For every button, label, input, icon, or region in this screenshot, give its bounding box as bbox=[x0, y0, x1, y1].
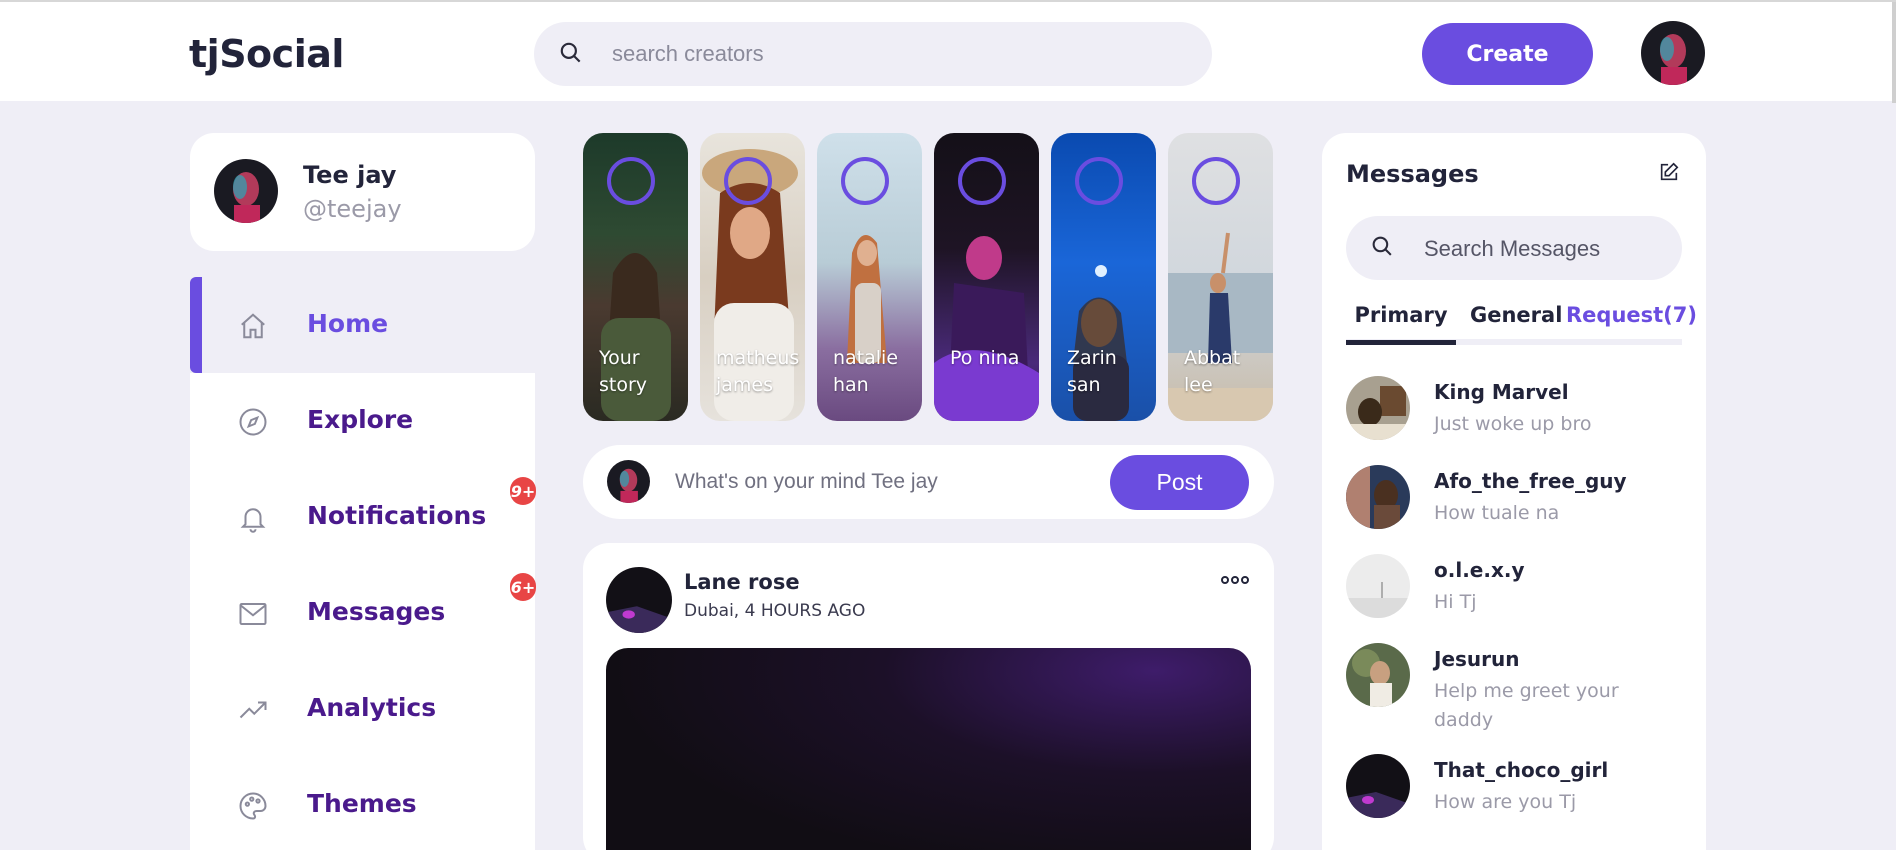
sidebar-item-label: Analytics bbox=[307, 693, 437, 722]
story-avatar-ring bbox=[1075, 157, 1123, 205]
story-name: Po nina bbox=[950, 347, 1020, 369]
tab-request[interactable]: Request(7) bbox=[1566, 303, 1697, 345]
story-name: natalie han bbox=[833, 347, 899, 396]
post-author-avatar[interactable] bbox=[606, 567, 672, 633]
message-preview: How are you Tj bbox=[1434, 791, 1577, 813]
window-scrollbar[interactable] bbox=[1892, 2, 1896, 103]
sidebar-item-themes[interactable]: Themes bbox=[190, 757, 535, 850]
user-avatar[interactable] bbox=[1641, 21, 1705, 85]
envelope-icon bbox=[239, 603, 267, 625]
sidebar-item-messages[interactable]: Messages 6+ bbox=[190, 565, 536, 661]
story-avatar-ring bbox=[958, 157, 1006, 205]
message-item[interactable]: That_choco_girl How are you Tj bbox=[1346, 754, 1682, 824]
message-sender: King Marvel bbox=[1434, 380, 1569, 404]
message-preview: Help me greet your daddy bbox=[1434, 680, 1619, 731]
message-preview: Just woke up bro bbox=[1434, 413, 1592, 435]
message-preview: Hi Tj bbox=[1434, 591, 1477, 613]
message-preview: How tuale na bbox=[1434, 502, 1560, 524]
messages-tabs: Primary General Request(7) bbox=[1346, 303, 1697, 345]
sidebar-item-explore[interactable]: Explore bbox=[190, 373, 535, 469]
story-avatar-ring bbox=[1192, 157, 1240, 205]
story-avatar-ring bbox=[724, 157, 772, 205]
story-card[interactable]: Your story bbox=[583, 133, 688, 421]
composer-avatar bbox=[607, 460, 650, 503]
message-avatar bbox=[1346, 465, 1410, 529]
message-avatar bbox=[1346, 643, 1410, 707]
message-sender: Jesurun bbox=[1434, 647, 1520, 671]
sidebar-item-analytics[interactable]: Analytics bbox=[190, 661, 535, 757]
story-avatar-ring bbox=[841, 157, 889, 205]
palette-icon bbox=[239, 792, 267, 820]
sidebar-item-label: Notifications bbox=[307, 501, 487, 530]
story-name: Zarin san bbox=[1067, 347, 1117, 396]
creator-search-input[interactable] bbox=[612, 36, 1172, 72]
tab-primary[interactable]: Primary bbox=[1346, 303, 1456, 345]
story-card[interactable]: Zarin san bbox=[1051, 133, 1156, 421]
composer-input[interactable] bbox=[675, 465, 1095, 499]
sidebar-item-label: Explore bbox=[307, 405, 414, 434]
post-author-name[interactable]: Lane rose bbox=[684, 570, 800, 594]
story-card[interactable]: matheus james bbox=[700, 133, 805, 421]
message-sender: Afo_the_free_guy bbox=[1434, 469, 1627, 493]
sidebar-item-home[interactable]: Home bbox=[190, 277, 535, 373]
profile-name: Tee jay bbox=[303, 161, 397, 189]
story-name: Abbat lee bbox=[1184, 347, 1241, 396]
story-avatar-ring bbox=[607, 157, 655, 205]
message-avatar bbox=[1346, 754, 1410, 818]
message-sender: o.l.e.x.y bbox=[1434, 558, 1525, 582]
message-item[interactable]: o.l.e.x.y Hi Tj bbox=[1346, 554, 1682, 624]
create-button[interactable]: Create bbox=[1422, 23, 1593, 85]
sidebar-item-label: Themes bbox=[307, 789, 417, 818]
message-sender: That_choco_girl bbox=[1434, 758, 1609, 782]
bell-icon bbox=[240, 508, 266, 533]
home-icon bbox=[241, 313, 265, 339]
messages-panel: Messages Primary General Request(7) King… bbox=[1322, 133, 1706, 850]
messages-title: Messages bbox=[1346, 160, 1479, 188]
message-item[interactable]: Afo_the_free_guy How tuale na bbox=[1346, 465, 1682, 535]
profile-handle: @teejay bbox=[303, 195, 402, 223]
post-button[interactable]: Post bbox=[1110, 455, 1249, 510]
profile-avatar bbox=[214, 159, 278, 223]
message-item[interactable]: Jesurun Help me greet your daddy bbox=[1346, 643, 1682, 735]
feed-post-card: Lane rose Dubai, 4 HOURS AGO bbox=[583, 543, 1274, 850]
post-composer: Post bbox=[583, 445, 1274, 519]
trending-up-icon bbox=[239, 701, 267, 719]
tab-general[interactable]: General bbox=[1470, 303, 1562, 345]
creator-search-box[interactable] bbox=[534, 22, 1212, 86]
edit-icon[interactable] bbox=[1658, 161, 1680, 183]
story-name: matheus james bbox=[716, 347, 800, 396]
more-options-icon[interactable] bbox=[1220, 573, 1250, 587]
top-bar: tjSocial Create bbox=[0, 0, 1896, 103]
post-image[interactable] bbox=[606, 648, 1251, 850]
sidebar-item-label: Home bbox=[307, 309, 389, 338]
sidebar-nav: Home Explore Notifications 9+ Messages 6… bbox=[190, 277, 536, 850]
app-logo[interactable]: tjSocial bbox=[189, 32, 344, 76]
notifications-badge: 9+ bbox=[510, 477, 536, 505]
message-avatar bbox=[1346, 376, 1410, 440]
message-avatar bbox=[1346, 554, 1410, 618]
message-item[interactable]: King Marvel Just woke up bro bbox=[1346, 376, 1682, 446]
messages-search-box[interactable] bbox=[1346, 216, 1682, 280]
story-card[interactable]: Po nina bbox=[934, 133, 1039, 421]
messages-badge: 6+ bbox=[510, 573, 536, 601]
search-icon bbox=[560, 42, 581, 63]
messages-search-input[interactable] bbox=[1424, 232, 1664, 266]
search-icon bbox=[1372, 236, 1392, 256]
story-name: Your story bbox=[599, 347, 648, 396]
compass-icon bbox=[239, 408, 267, 436]
story-card[interactable]: natalie han bbox=[817, 133, 922, 421]
profile-card[interactable]: Tee jay @teejay bbox=[190, 133, 535, 251]
sidebar-item-label: Messages bbox=[307, 597, 446, 626]
story-card[interactable]: Abbat lee bbox=[1168, 133, 1273, 421]
post-meta: Dubai, 4 HOURS AGO bbox=[684, 601, 866, 621]
sidebar-item-notifications[interactable]: Notifications 9+ bbox=[190, 469, 536, 565]
